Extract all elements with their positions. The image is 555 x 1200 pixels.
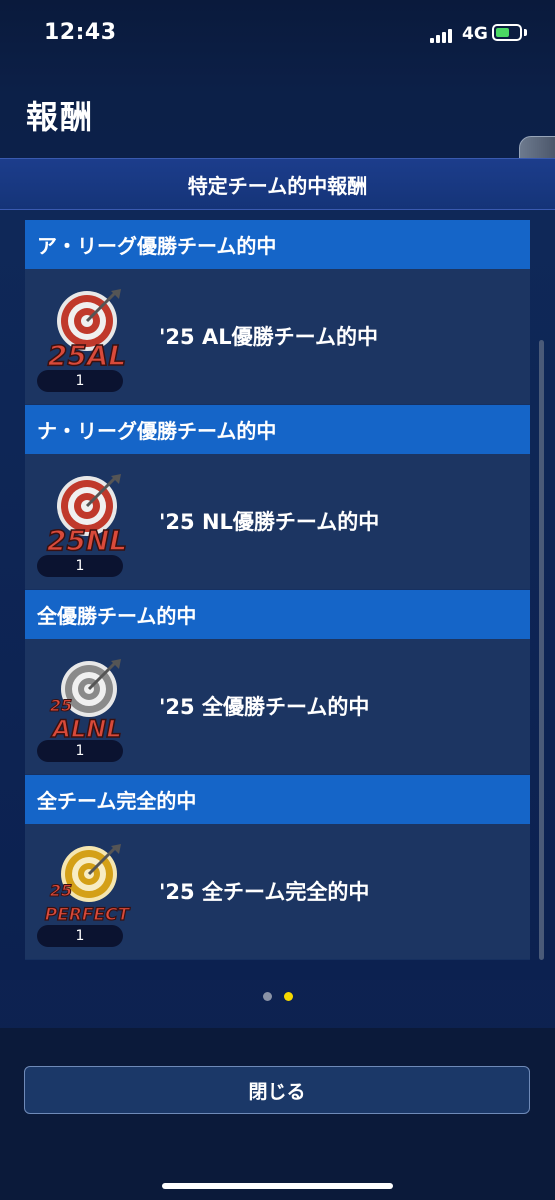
status-bar: 12:43 4G bbox=[0, 0, 555, 64]
group-header-label: 全チーム完全的中 bbox=[37, 789, 197, 813]
badge-year: 25 bbox=[50, 696, 72, 715]
reward-row-all-teams[interactable]: 25 PERFECT 1 '25 全チーム完全的中 bbox=[25, 824, 530, 960]
page-dot-2[interactable] bbox=[283, 992, 293, 1001]
group-header-nl: ナ・リーグ優勝チーム的中 bbox=[25, 405, 530, 454]
section-title: 特定チーム的中報酬 bbox=[187, 173, 368, 198]
target-badge-icon: 25NL bbox=[46, 474, 128, 556]
group-header-label: ナ・リーグ優勝チーム的中 bbox=[37, 419, 277, 443]
badge-text: PERFECT bbox=[45, 905, 131, 925]
group-header-al: ア・リーグ優勝チーム的中 bbox=[25, 220, 530, 269]
reward-row-all-champions[interactable]: 25 ALNL 1 '25 全優勝チーム的中 bbox=[25, 639, 530, 775]
reward-row-al[interactable]: 25AL 1 '25 AL優勝チーム的中 bbox=[25, 269, 530, 405]
close-button[interactable]: 閉じる bbox=[24, 1066, 530, 1114]
quantity-badge: 1 bbox=[37, 370, 123, 392]
reward-list-panel[interactable]: ア・リーグ優勝チーム的中 25AL 1 '25 AL優勝チーム的中 ナ・リーグ優… bbox=[0, 210, 555, 980]
list-scrollbar[interactable] bbox=[539, 340, 544, 960]
target-badge-icon: 25 ALNL bbox=[49, 659, 122, 741]
home-indicator[interactable] bbox=[162, 1183, 393, 1189]
target-badge-icon: 25AL bbox=[47, 289, 127, 371]
footer bbox=[0, 1028, 555, 1200]
signal-icon bbox=[430, 27, 456, 43]
badge-text: 25AL bbox=[48, 339, 126, 371]
quantity-badge: 1 bbox=[37, 555, 123, 577]
group-header-label: 全優勝チーム的中 bbox=[37, 604, 197, 628]
group-header-label: ア・リーグ優勝チーム的中 bbox=[37, 234, 277, 258]
quantity-badge: 1 bbox=[37, 740, 123, 762]
reward-name: '25 AL優勝チーム的中 bbox=[159, 325, 378, 349]
page-dot-1[interactable] bbox=[262, 992, 272, 1001]
badge-text: ALNL bbox=[50, 715, 121, 741]
group-header-all-teams: 全チーム完全的中 bbox=[25, 775, 530, 824]
reward-name: '25 全優勝チーム的中 bbox=[159, 695, 370, 719]
page-title: 報酬 bbox=[26, 98, 95, 136]
battery-icon bbox=[492, 24, 522, 41]
quantity-badge: 1 bbox=[37, 925, 123, 947]
network-type: 4G bbox=[462, 24, 488, 44]
status-time: 12:43 bbox=[44, 20, 117, 45]
page-indicator bbox=[0, 992, 555, 1006]
badge-year: 25 bbox=[50, 881, 72, 900]
badge-text: 25NL bbox=[47, 524, 127, 556]
reward-name: '25 全チーム完全的中 bbox=[159, 880, 370, 904]
group-header-all-champions: 全優勝チーム的中 bbox=[25, 590, 530, 639]
reward-row-nl[interactable]: 25NL 1 '25 NL優勝チーム的中 bbox=[25, 454, 530, 590]
target-badge-icon: 25 PERFECT bbox=[44, 844, 131, 926]
reward-name: '25 NL優勝チーム的中 bbox=[159, 510, 380, 534]
battery-nub bbox=[524, 29, 527, 36]
section-header: 特定チーム的中報酬 bbox=[0, 158, 555, 210]
close-button-label: 閉じる bbox=[248, 1080, 306, 1103]
reward-list: ア・リーグ優勝チーム的中 25AL 1 '25 AL優勝チーム的中 ナ・リーグ優… bbox=[25, 220, 530, 960]
